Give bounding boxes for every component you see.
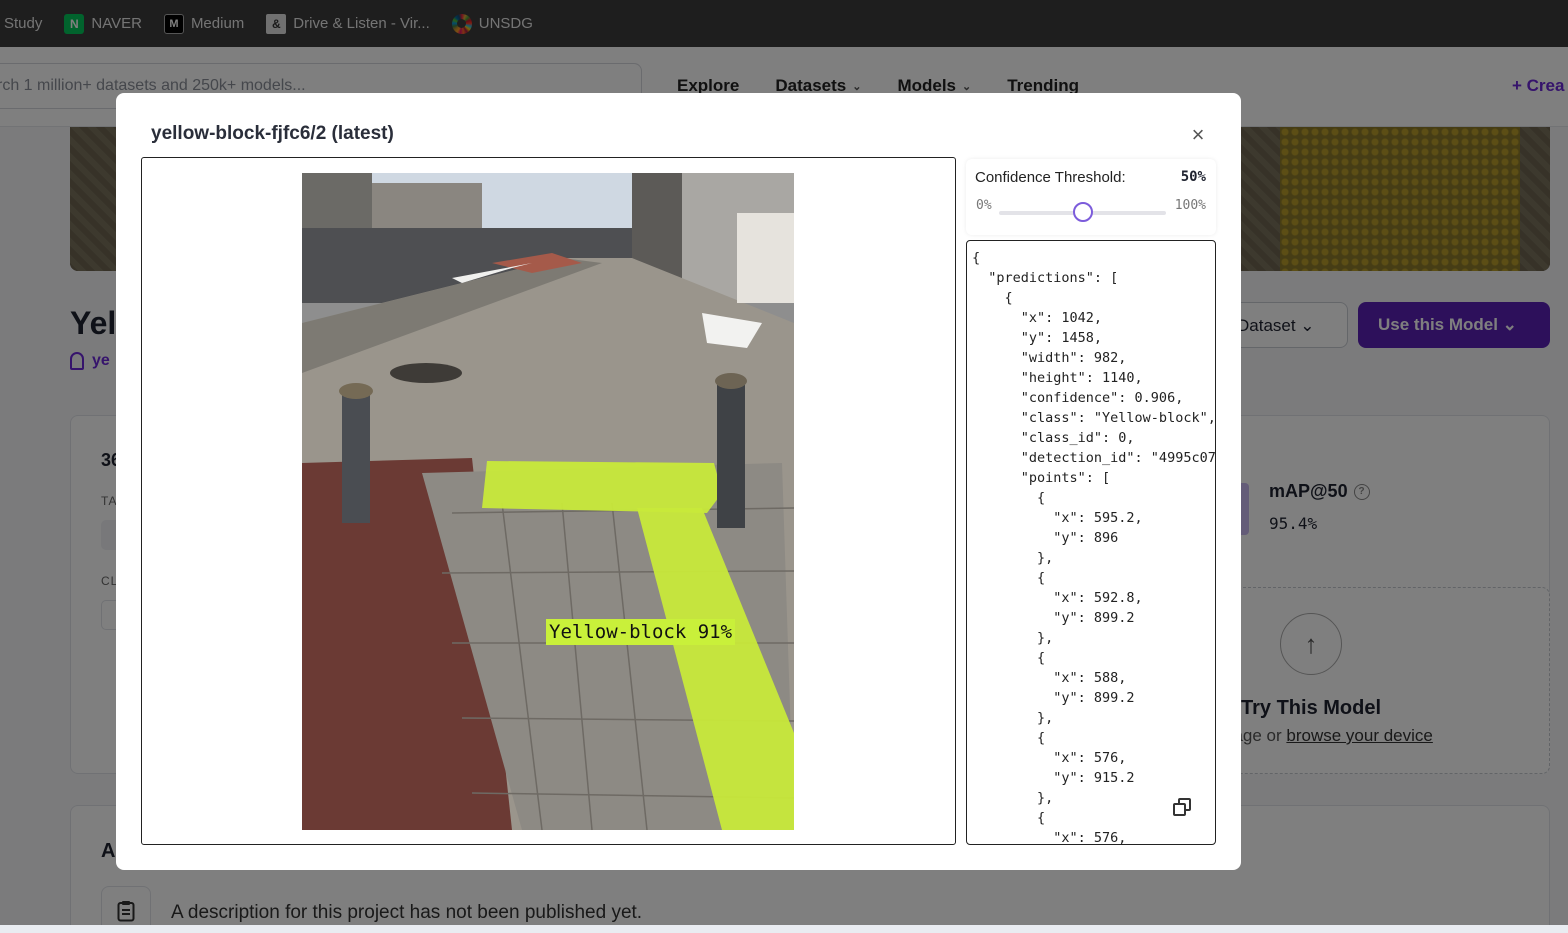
prediction-image-panel: Yellow-block 91% <box>141 157 956 845</box>
close-icon[interactable]: × <box>1188 124 1208 146</box>
json-line: { <box>972 650 1046 666</box>
json-line: }, <box>972 710 1054 726</box>
taskbar <box>0 925 1568 933</box>
range-min-label: 0% <box>976 198 992 213</box>
json-line: { <box>972 250 981 266</box>
json-line: "width": 982, <box>972 350 1127 366</box>
confidence-label: Confidence Threshold: <box>975 169 1126 186</box>
json-line: "predictions": [ <box>972 270 1119 286</box>
prediction-image: Yellow-block 91% <box>302 173 794 830</box>
inference-modal: yellow-block-fjfc6/2 (latest) × Yellow-b… <box>116 93 1241 870</box>
confidence-value: 50% <box>1180 169 1206 185</box>
json-line: "y": 915.2 <box>972 770 1135 786</box>
json-line: "x": 576, <box>972 750 1127 766</box>
json-line: }, <box>972 630 1054 646</box>
json-line: "class_id": 0, <box>972 430 1135 446</box>
json-line: "y": 1458, <box>972 330 1103 346</box>
json-line: "x": 576, <box>972 830 1127 845</box>
json-line: { <box>972 290 1013 306</box>
json-line: }, <box>972 550 1054 566</box>
slider-handle[interactable] <box>1072 202 1093 222</box>
json-line: { <box>972 730 1046 746</box>
json-line: "height": 1140, <box>972 370 1143 386</box>
json-line: "detection_id": "4995c07 <box>972 450 1216 466</box>
json-line: "x": 595.2, <box>972 510 1143 526</box>
range-max-label: 100% <box>1174 198 1206 213</box>
json-line: "confidence": 0.906, <box>972 390 1184 406</box>
json-line: "y": 899.2 <box>972 610 1135 626</box>
confidence-panel: Confidence Threshold: 50% 0% 100% <box>966 159 1216 235</box>
json-line: "points": [ <box>972 470 1111 486</box>
modal-title: yellow-block-fjfc6/2 (latest) <box>151 123 394 144</box>
json-output: { "predictions": [ { "x": 1042, "y": 145… <box>972 248 1216 845</box>
json-line: { <box>972 490 1046 506</box>
json-line: "class": "Yellow-block", <box>972 410 1216 426</box>
json-output-panel[interactable]: { "predictions": [ { "x": 1042, "y": 145… <box>966 240 1216 845</box>
json-line: { <box>972 570 1046 586</box>
json-line: "y": 899.2 <box>972 690 1135 706</box>
json-line: "y": 896 <box>972 530 1119 546</box>
copy-icon[interactable] <box>1172 797 1194 819</box>
detection-label: Yellow-block 91% <box>546 619 736 645</box>
json-line: "x": 588, <box>972 670 1127 686</box>
json-line: "x": 592.8, <box>972 590 1143 606</box>
json-line: "x": 1042, <box>972 310 1103 326</box>
